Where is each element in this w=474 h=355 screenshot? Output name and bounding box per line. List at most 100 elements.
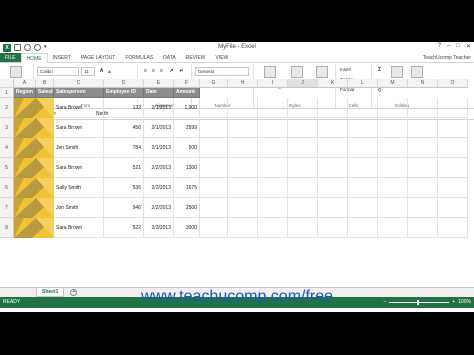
row-header-4[interactable]: 4	[0, 138, 14, 158]
empty-cell[interactable]	[228, 118, 258, 138]
row-header-7[interactable]: 7	[0, 198, 14, 218]
column-header-k[interactable]: K	[318, 79, 348, 88]
table-header-cell[interactable]: SalesID	[36, 88, 54, 98]
row-header-1[interactable]: 1	[0, 88, 14, 98]
empty-cell[interactable]	[318, 218, 348, 238]
empty-cell[interactable]	[348, 198, 378, 218]
empty-cell[interactable]	[258, 158, 288, 178]
empty-cell[interactable]	[318, 178, 348, 198]
empty-cell[interactable]	[378, 98, 408, 118]
region-image-cell[interactable]	[14, 218, 54, 238]
table-cell[interactable]: 2/1/2013	[144, 118, 174, 138]
close-button[interactable]: ✕	[466, 43, 471, 50]
empty-cell[interactable]	[200, 198, 228, 218]
row-header-6[interactable]: 6	[0, 178, 14, 198]
empty-cell[interactable]	[318, 138, 348, 158]
table-cell[interactable]: Sara Brown	[54, 98, 104, 118]
table-cell[interactable]: 2/3/2013	[144, 218, 174, 238]
minimize-button[interactable]: –	[447, 43, 450, 50]
row-header-8[interactable]: 8	[0, 218, 14, 238]
table-cell[interactable]: Sara Brown	[54, 158, 104, 178]
empty-cell[interactable]	[288, 158, 318, 178]
empty-cell[interactable]	[438, 158, 468, 178]
row-header-3[interactable]: 3	[0, 118, 14, 138]
table-cell[interactable]: 784	[104, 138, 144, 158]
column-header-f[interactable]: F	[174, 79, 200, 88]
empty-cell[interactable]	[348, 138, 378, 158]
empty-cell[interactable]	[200, 158, 228, 178]
empty-cell[interactable]	[200, 138, 228, 158]
empty-cell[interactable]	[378, 118, 408, 138]
font-size-dropdown[interactable]: 11	[81, 67, 95, 76]
table-cell[interactable]: 2/2/2013	[144, 178, 174, 198]
empty-cell[interactable]	[408, 198, 438, 218]
font-name-dropdown[interactable]: Calibri	[37, 67, 79, 76]
empty-cell[interactable]	[408, 98, 438, 118]
region-image-cell[interactable]	[14, 158, 54, 178]
empty-cell[interactable]	[258, 178, 288, 198]
empty-cell[interactable]	[408, 138, 438, 158]
table-cell[interactable]: 3000	[174, 218, 200, 238]
empty-cell[interactable]	[228, 178, 258, 198]
column-header-g[interactable]: G	[200, 79, 228, 88]
empty-cell[interactable]	[228, 138, 258, 158]
empty-cell[interactable]	[258, 138, 288, 158]
empty-cell[interactable]	[200, 178, 228, 198]
empty-cell[interactable]	[348, 218, 378, 238]
empty-cell[interactable]	[258, 218, 288, 238]
empty-cell[interactable]	[438, 198, 468, 218]
empty-cell[interactable]	[438, 138, 468, 158]
row-header-5[interactable]: 5	[0, 158, 14, 178]
column-header-c[interactable]: C	[54, 79, 104, 88]
empty-cell[interactable]	[378, 178, 408, 198]
empty-cell[interactable]	[438, 178, 468, 198]
worksheet-grid[interactable]: ABCDEFGHIJKLMNO 1RegionSalesIDSalesperson…	[0, 79, 474, 287]
tab-home[interactable]: HOME	[20, 53, 48, 63]
table-cell[interactable]: 2/2/2013	[144, 198, 174, 218]
empty-cell[interactable]	[318, 98, 348, 118]
align-top-icon[interactable]: ≡	[142, 68, 149, 75]
select-all-corner[interactable]	[0, 79, 14, 88]
insert-cells-button[interactable]: Insert	[338, 66, 370, 74]
wrap-text-icon[interactable]: ↵	[178, 68, 185, 75]
shrink-font-icon[interactable]: A	[106, 68, 113, 75]
empty-cell[interactable]	[228, 158, 258, 178]
empty-cell[interactable]	[408, 178, 438, 198]
empty-cell[interactable]	[408, 218, 438, 238]
table-cell[interactable]: 1,900	[174, 98, 200, 118]
region-image-cell[interactable]	[14, 178, 54, 198]
region-image-cell[interactable]	[14, 198, 54, 218]
empty-cell[interactable]	[348, 98, 378, 118]
help-button[interactable]: ?	[438, 43, 441, 50]
table-cell[interactable]: 1675	[174, 178, 200, 198]
column-header-o[interactable]: O	[438, 79, 468, 88]
empty-cell[interactable]	[318, 198, 348, 218]
table-cell[interactable]: Sara Brown	[54, 118, 104, 138]
empty-cell[interactable]	[378, 218, 408, 238]
empty-cell[interactable]	[228, 218, 258, 238]
tab-review[interactable]: REVIEW	[181, 53, 211, 62]
empty-cell[interactable]	[228, 98, 258, 118]
table-cell[interactable]: 456	[104, 118, 144, 138]
column-header-n[interactable]: N	[408, 79, 438, 88]
row-header-2[interactable]: 2	[0, 98, 14, 118]
table-cell[interactable]: 500	[174, 138, 200, 158]
tab-insert[interactable]: INSERT	[48, 53, 76, 62]
empty-cell[interactable]	[200, 118, 228, 138]
tab-file[interactable]: FILE	[0, 53, 21, 62]
empty-cell[interactable]	[288, 198, 318, 218]
empty-cell[interactable]	[228, 198, 258, 218]
empty-cell[interactable]	[288, 218, 318, 238]
empty-cell[interactable]	[378, 138, 408, 158]
table-cell[interactable]: 2/2/2013	[144, 158, 174, 178]
table-header-cell[interactable]: Region	[14, 88, 36, 98]
empty-cell[interactable]	[200, 98, 228, 118]
align-bottom-icon[interactable]: ≡	[158, 68, 165, 75]
grow-font-icon[interactable]: A	[98, 68, 105, 75]
empty-cell[interactable]	[258, 198, 288, 218]
table-header-cell[interactable]: Employee ID	[104, 88, 144, 98]
region-image-cell[interactable]	[14, 118, 54, 138]
region-image-cell[interactable]	[14, 98, 54, 118]
column-header-e[interactable]: E	[144, 79, 174, 88]
table-cell[interactable]: 2599	[174, 118, 200, 138]
